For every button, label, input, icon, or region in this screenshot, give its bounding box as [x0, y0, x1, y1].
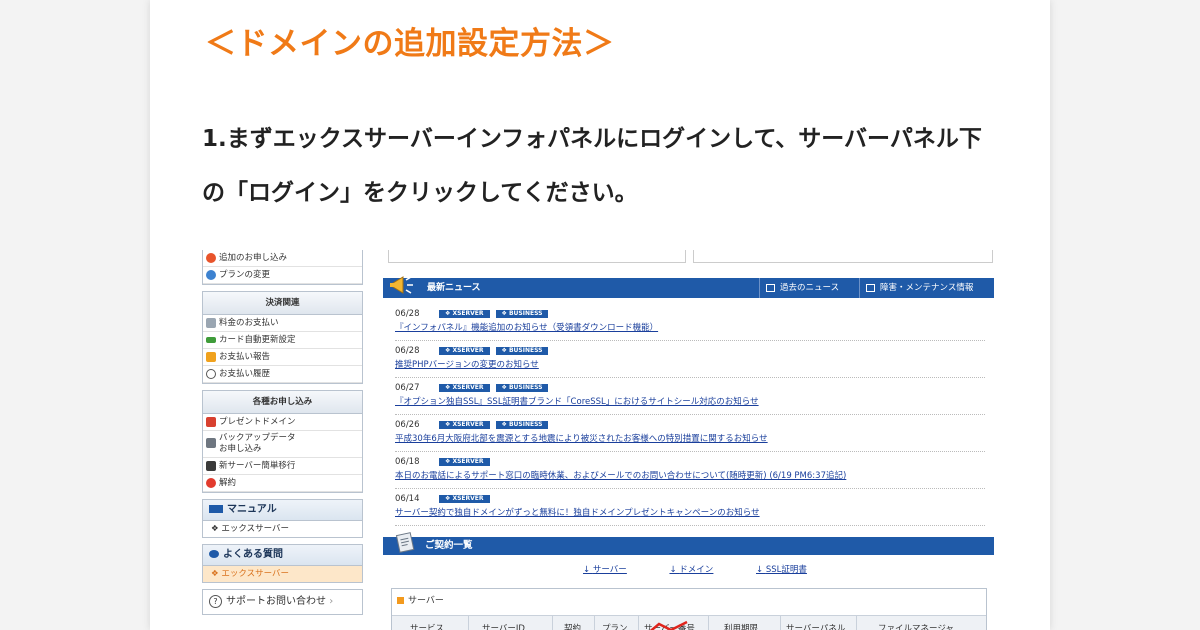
top-boxes	[388, 250, 993, 264]
orange-square-icon	[397, 597, 404, 604]
window-icon	[866, 283, 875, 292]
sidebar-manual-xserver[interactable]: ❖ エックスサーバー	[202, 521, 363, 538]
badge-business: ❖ BUSINESS	[495, 346, 549, 355]
contract-document-icon	[395, 532, 415, 553]
col-plan: プラン	[602, 624, 628, 630]
sidebar-item-plan-change[interactable]: プランの変更	[203, 267, 362, 284]
server-migrate-icon	[206, 461, 216, 471]
anchor-server[interactable]: ↓ サーバー	[583, 565, 647, 575]
sidebar-manual-heading[interactable]: マニュアル	[202, 499, 363, 521]
sidebar-item-present-domain[interactable]: プレゼントドメイン	[203, 414, 362, 431]
top-box-right	[693, 250, 993, 263]
news-item: 06/14 ❖ XSERVER サーバー契約で独自ドメインがずっと無料に！独自ドメ…	[395, 489, 985, 526]
col-expiry: 利用期限	[724, 624, 759, 630]
article-page: ＜ドメインの追加設定方法＞ 1.まずエックスサーバーインフォパネルにログインして…	[150, 0, 1050, 630]
news-date: 06/14	[395, 494, 420, 504]
badge-xserver: ❖ XSERVER	[439, 457, 490, 466]
col-service: サービス	[410, 624, 445, 630]
sidebar-item-pay-fee[interactable]: 料金のお支払い	[203, 315, 362, 332]
speech-bubble-icon	[209, 550, 219, 558]
news-date: 06/18	[395, 457, 420, 467]
card-icon	[206, 337, 216, 343]
sidebar-item-payment-report[interactable]: お支払い報告	[203, 349, 362, 366]
sidebar-item-backup-data[interactable]: バックアップデータ お申し込み	[203, 431, 362, 458]
infopanel-screenshot: 追加のお申し込み プランの変更 決済関連 料金のお支払い カード自動更新設定 お…	[202, 250, 994, 630]
message-icon	[206, 352, 216, 362]
sidebar-item-cancel[interactable]: 解約	[203, 475, 362, 492]
contract-header-bar: ご契約一覧	[383, 532, 994, 555]
server-icon	[206, 438, 216, 448]
col-server-panel: サーバーパネル	[786, 624, 846, 630]
badge-business: ❖ BUSINESS	[495, 420, 549, 429]
badge-xserver: ❖ XSERVER	[439, 309, 490, 318]
news-header-bar: 最新ニュース 過去のニュース 障害・メンテナンス情報	[383, 276, 994, 298]
col-server-id: サーバーID	[482, 624, 525, 630]
sidebar-faq-xserver[interactable]: ❖ エックスサーバー	[202, 566, 363, 583]
diamond-icon: ❖	[211, 569, 219, 579]
news-item: 06/28 ❖ XSERVER ❖ BUSINESS 推奨PHPバージョンの変更のお…	[395, 341, 985, 378]
news-item: 06/18 ❖ XSERVER 本日のお電話によるサポート窓口の臨時休業、およびメ…	[395, 452, 985, 489]
contract-anchor-links: ↓ サーバー ↓ ドメイン ↓ SSL証明書	[583, 563, 847, 575]
tab-maintenance-info[interactable]: 障害・メンテナンス情報	[859, 278, 994, 298]
badge-xserver: ❖ XSERVER	[439, 420, 490, 429]
sidebar-heading-payment: 決済関連	[203, 292, 362, 315]
news-date: 06/28	[395, 309, 420, 319]
book-icon	[209, 505, 223, 513]
news-date: 06/27	[395, 383, 420, 393]
badge-xserver: ❖ XSERVER	[439, 346, 490, 355]
red-annotation-arrow	[649, 620, 688, 630]
server-section-heading: サーバー	[392, 589, 986, 613]
question-circle-icon: ?	[209, 594, 222, 608]
news-link[interactable]: 本日のお電話によるサポート窓口の臨時休業、およびメールでのお問い合わせについて(…	[395, 471, 985, 482]
chevron-right-icon: ›	[329, 596, 334, 607]
step-1-text: 1.まずエックスサーバーインフォパネルにログインして、サーバーパネル下の「ログイ…	[202, 126, 982, 206]
sidebar-faq-heading[interactable]: よくある質問	[202, 544, 363, 566]
news-item: 06/28 ❖ XSERVER ❖ BUSINESS 『インフォパネル』機能追加のお…	[395, 304, 985, 341]
sidebar-heading-applications: 各種お申し込み	[203, 391, 362, 414]
infopanel-sidebar: 追加のお申し込み プランの変更 決済関連 料金のお支払い カード自動更新設定 お…	[202, 250, 363, 615]
badge-xserver: ❖ XSERVER	[439, 383, 490, 392]
megaphone-icon	[390, 276, 413, 294]
news-date: 06/26	[395, 420, 420, 430]
sidebar-item-add-order[interactable]: 追加のお申し込み	[203, 250, 362, 267]
refresh-icon	[206, 270, 216, 280]
anchor-ssl[interactable]: ↓ SSL証明書	[756, 565, 827, 575]
news-link[interactable]: 平成30年6月大阪府北部を震源とする地震により被災されたお客様への特別措置に関す…	[395, 434, 985, 445]
sidebar-support-contact[interactable]: ? サポートお問い合わせ ›	[202, 589, 363, 615]
news-item: 06/27 ❖ XSERVER ❖ BUSINESS 『オプション独自SSL』SSL…	[395, 378, 985, 415]
news-link[interactable]: 『オプション独自SSL』SSL証明書ブランド「CoreSSL」におけるサイトシー…	[395, 397, 985, 408]
badge-xserver: ❖ XSERVER	[439, 494, 490, 503]
news-title: 最新ニュース	[427, 283, 481, 293]
news-date: 06/28	[395, 346, 420, 356]
news-item: 06/26 ❖ XSERVER ❖ BUSINESS 平成30年6月大阪府北部を震源…	[395, 415, 985, 452]
document-icon	[206, 318, 216, 328]
clock-icon	[206, 369, 216, 379]
section-heading: ＜ドメインの追加設定方法＞	[205, 26, 615, 62]
plus-circle-icon	[206, 253, 216, 263]
badge-business: ❖ BUSINESS	[495, 383, 549, 392]
diamond-icon: ❖	[211, 524, 219, 534]
contract-title: ご契約一覧	[425, 540, 473, 551]
sidebar-item-server-migration[interactable]: 新サーバー簡単移行	[203, 458, 362, 475]
news-list: 06/28 ❖ XSERVER ❖ BUSINESS 『インフォパネル』機能追加のお…	[395, 304, 985, 526]
cancel-icon	[206, 478, 216, 488]
sidebar-item-card-renewal[interactable]: カード自動更新設定	[203, 332, 362, 349]
col-file-manager: ファイルマネージャ	[878, 624, 954, 630]
col-contract: 契約	[564, 624, 582, 630]
news-link[interactable]: 『インフォパネル』機能追加のお知らせ（受領書ダウンロード機能）	[395, 323, 985, 334]
gift-icon	[206, 417, 216, 427]
badge-business: ❖ BUSINESS	[495, 309, 549, 318]
sidebar-item-payment-history[interactable]: お支払い履歴	[203, 366, 362, 383]
news-link[interactable]: 推奨PHPバージョンの変更のお知らせ	[395, 360, 985, 371]
anchor-domain[interactable]: ↓ ドメイン	[669, 565, 733, 575]
tab-past-news[interactable]: 過去のニュース	[759, 278, 858, 298]
top-box-left	[388, 250, 686, 263]
news-link[interactable]: サーバー契約で独自ドメインがずっと無料に！独自ドメインプレゼントキャンペーンのお…	[395, 508, 985, 519]
window-icon	[766, 283, 775, 292]
